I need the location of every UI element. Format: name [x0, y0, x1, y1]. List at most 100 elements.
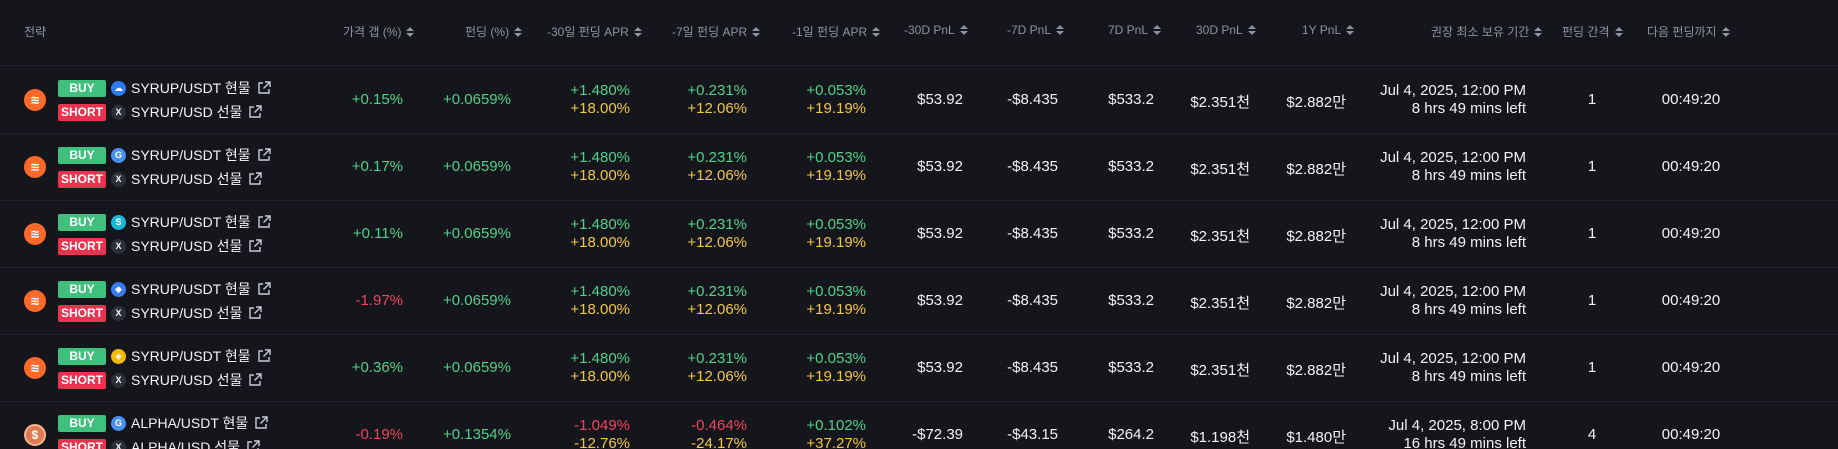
col-min-hold[interactable]: 권장 최소 보유 기간	[1431, 23, 1543, 40]
col-pnl-1y[interactable]: 1Y PnL	[1302, 23, 1355, 37]
pnl-m30-value: $53.92	[917, 225, 963, 242]
col-funding[interactable]: 펀딩 (%)	[465, 23, 523, 40]
external-link-icon[interactable]	[257, 148, 271, 162]
apr7-value: +0.231% +12.06%	[687, 216, 747, 251]
funding-interval-value: 1	[1587, 225, 1597, 242]
x-exchange-icon: X	[111, 238, 126, 254]
pnl-m7-value: -$8.435	[1007, 359, 1058, 376]
col-next-funding[interactable]: 다음 펀딩까지	[1647, 23, 1730, 40]
funding-value: +0.0659%	[443, 91, 511, 108]
pnl-m7-value: -$8.435	[1007, 292, 1058, 309]
table-row[interactable]: $ BUY G ALPHA/USDT 현물 SHORT X ALPHA/USD …	[0, 402, 1838, 449]
sort-icon[interactable]	[1721, 26, 1730, 38]
funding-interval-value: 1	[1587, 359, 1597, 376]
sort-icon[interactable]	[633, 26, 642, 38]
sort-icon[interactable]	[1534, 26, 1543, 38]
table-row[interactable]: ≋ BUY ☁ SYRUP/USDT 현물 SHORT X SYRUP/USD …	[0, 67, 1838, 134]
external-link-icon[interactable]	[246, 440, 260, 449]
col-funding-interval[interactable]: 펀딩 간격	[1562, 23, 1623, 40]
table-row[interactable]: ≋ BUY ◈ SYRUP/USDT 현물 SHORT X SYRUP/USD …	[0, 335, 1838, 402]
syrup-coin-icon: ≋	[24, 156, 46, 178]
sort-icon[interactable]	[406, 26, 415, 38]
price-gap-value: +0.15%	[351, 91, 403, 108]
external-link-icon[interactable]	[257, 349, 271, 363]
sort-icon[interactable]	[872, 26, 881, 38]
external-link-icon[interactable]	[248, 306, 263, 320]
external-link-icon[interactable]	[257, 215, 271, 229]
short-leg: SHORT X SYRUP/USD 선물	[58, 102, 263, 122]
min-hold-value: Jul 4, 2025, 12:00 PM 8 hrs 49 mins left	[1380, 350, 1526, 385]
sort-icon[interactable]	[1247, 24, 1256, 36]
funding-value: +0.0659%	[443, 359, 511, 376]
funding-value: +0.1354%	[443, 426, 511, 443]
buy-badge: BUY	[58, 79, 106, 97]
price-gap-value: +0.36%	[351, 359, 403, 376]
sort-icon[interactable]	[1056, 24, 1065, 36]
col-strategy[interactable]: 전략	[24, 23, 46, 40]
sort-icon[interactable]	[1346, 24, 1355, 36]
buy-pair-label[interactable]: SYRUP/USDT 현물	[131, 346, 251, 366]
sort-icon[interactable]	[959, 24, 968, 36]
sort-icon[interactable]	[1153, 24, 1162, 36]
buy-leg: BUY S SYRUP/USDT 현물	[58, 213, 271, 231]
pnl-7-value: $533.2	[1108, 91, 1154, 108]
short-pair-label[interactable]: ALPHA/USD 선물	[131, 437, 240, 449]
table-row[interactable]: ≋ BUY G SYRUP/USDT 현물 SHORT X SYRUP/USD …	[0, 134, 1838, 201]
sort-icon[interactable]	[514, 26, 523, 38]
next-funding-value: 00:49:20	[1661, 225, 1721, 242]
next-funding-value: 00:49:20	[1661, 426, 1721, 443]
col-pnl-m7[interactable]: -7D PnL	[1007, 23, 1065, 37]
short-pair-label[interactable]: SYRUP/USD 선물	[131, 303, 242, 323]
next-funding-value: 00:49:20	[1661, 292, 1721, 309]
external-link-icon[interactable]	[248, 105, 263, 119]
external-link-icon[interactable]	[257, 81, 271, 95]
external-link-icon[interactable]	[248, 239, 263, 253]
funding-interval-value: 1	[1587, 292, 1597, 309]
buy-badge: BUY	[58, 280, 106, 298]
col-pnl-30[interactable]: 30D PnL	[1196, 23, 1256, 37]
external-link-icon[interactable]	[254, 416, 269, 430]
x-exchange-icon: X	[111, 372, 126, 388]
buy-leg: BUY G ALPHA/USDT 현물	[58, 413, 269, 433]
col-apr1[interactable]: -1일 펀딩 APR	[792, 23, 881, 40]
col-price-gap[interactable]: 가격 갭 (%)	[343, 23, 415, 40]
short-pair-label[interactable]: SYRUP/USD 선물	[131, 370, 242, 390]
min-hold-value: Jul 4, 2025, 12:00 PM 8 hrs 49 mins left	[1380, 82, 1526, 117]
sort-icon[interactable]	[1614, 26, 1623, 38]
external-link-icon[interactable]	[257, 282, 271, 296]
pnl-7-value: $533.2	[1108, 225, 1154, 242]
pnl-30-value: $2.351천	[1190, 161, 1250, 178]
table-row[interactable]: ≋ BUY ◆ SYRUP/USDT 현물 SHORT X SYRUP/USD …	[0, 268, 1838, 335]
x-exchange-icon: X	[111, 171, 126, 187]
pnl-m7-value: -$8.435	[1007, 91, 1058, 108]
apr7-value: -0.464% -24.17%	[691, 417, 747, 449]
apr7-value: +0.231% +12.06%	[687, 283, 747, 318]
buy-pair-label[interactable]: SYRUP/USDT 현물	[131, 279, 251, 299]
table-row[interactable]: ≋ BUY S SYRUP/USDT 현물 SHORT X SYRUP/USD …	[0, 201, 1838, 268]
next-funding-value: 00:49:20	[1661, 359, 1721, 376]
pnl-m7-value: -$8.435	[1007, 158, 1058, 175]
buy-pair-label[interactable]: SYRUP/USDT 현물	[131, 212, 251, 232]
short-pair-label[interactable]: SYRUP/USD 선물	[131, 102, 242, 122]
pnl-m7-value: -$43.15	[1007, 426, 1058, 443]
short-pair-label[interactable]: SYRUP/USD 선물	[131, 169, 242, 189]
col-apr7[interactable]: -7일 펀딩 APR	[672, 23, 761, 40]
buy-pair-label[interactable]: SYRUP/USDT 현물	[131, 145, 251, 165]
price-gap-value: +0.11%	[352, 225, 403, 242]
buy-pair-label[interactable]: SYRUP/USDT 현물	[131, 78, 251, 98]
external-link-icon[interactable]	[248, 373, 263, 387]
col-pnl-7[interactable]: 7D PnL	[1108, 23, 1162, 37]
sort-icon[interactable]	[752, 26, 761, 38]
apr30-value: +1.480% +18.00%	[570, 283, 630, 318]
external-link-icon[interactable]	[248, 172, 263, 186]
pnl-30-value: $2.351천	[1190, 362, 1250, 379]
apr1-value: +0.053% +19.19%	[806, 283, 866, 318]
col-pnl-m30[interactable]: -30D PnL	[904, 23, 968, 37]
short-badge: SHORT	[58, 103, 106, 121]
col-apr30[interactable]: -30일 펀딩 APR	[547, 23, 642, 40]
buy-pair-label[interactable]: ALPHA/USDT 현물	[131, 413, 248, 433]
short-pair-label[interactable]: SYRUP/USD 선물	[131, 236, 242, 256]
short-leg: SHORT X SYRUP/USD 선물	[58, 370, 263, 390]
apr7-value: +0.231% +12.06%	[687, 350, 747, 385]
apr30-value: +1.480% +18.00%	[570, 350, 630, 385]
